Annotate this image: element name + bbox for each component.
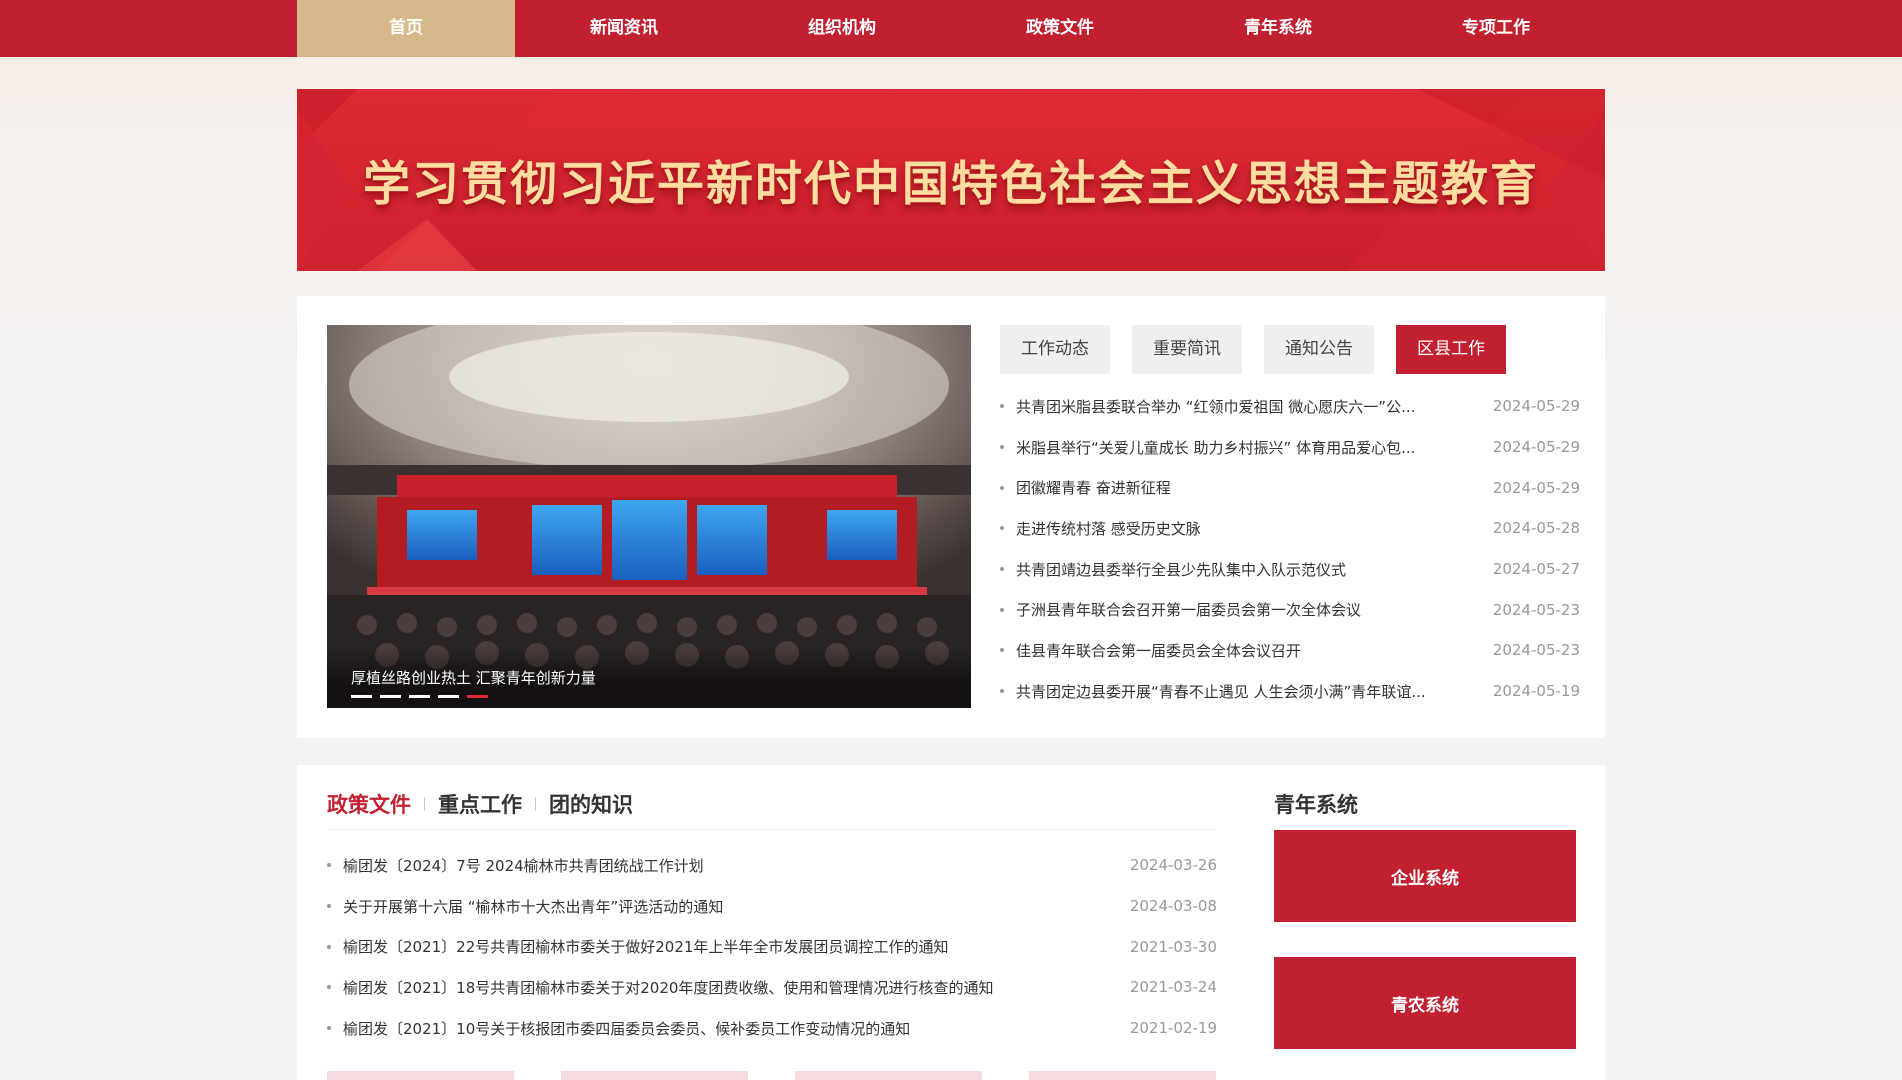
carousel-dot[interactable] (351, 695, 372, 698)
news-date: 2024-05-29 (1492, 478, 1580, 497)
list-item[interactable]: 共青团定边县委开展“青春不止遇见 人生会须小满”青年联谊... 2024-05-1… (1000, 671, 1580, 712)
news-title: 走进传统村落 感受历史文脉 (1016, 519, 1201, 538)
policy-date: 2024-03-26 (1129, 856, 1217, 875)
news-title: 子洲县青年联合会召开第一届委员会第一次全体会议 (1016, 601, 1362, 620)
carousel-dot[interactable] (438, 695, 459, 698)
nav-item-news[interactable]: 新闻资讯 (515, 0, 733, 57)
list-item[interactable]: 米脂县举行“关爱儿童成长 助力乡村振兴” 体育用品爱心包... 2024-05-2… (1000, 427, 1580, 468)
news-date: 2024-05-29 (1492, 438, 1580, 457)
tab-policy-documents[interactable]: 政策文件 (327, 789, 411, 819)
bullet-icon (1000, 526, 1004, 531)
list-item[interactable]: 关于开展第十六届 “榆林市十大杰出青年”评选活动的通知 2024-03-08 (327, 886, 1217, 927)
list-item[interactable]: 佳县青年联合会第一届委员会全体会议召开 2024-05-23 (1000, 630, 1580, 671)
carousel-caption[interactable]: 厚植丝路创业热土 汇聚青年创新力量 (351, 667, 596, 688)
bullet-icon (1000, 607, 1004, 612)
news-date: 2024-05-19 (1492, 682, 1580, 701)
tab-work-updates[interactable]: 工作动态 (1000, 325, 1110, 374)
bullet-icon (1000, 648, 1004, 653)
policy-date: 2021-02-19 (1129, 1019, 1217, 1038)
nav-item-policy[interactable]: 政策文件 (951, 0, 1169, 57)
news-date: 2024-05-23 (1492, 600, 1580, 619)
policy-tabs: 政策文件 重点工作 团的知识 (327, 789, 633, 819)
carousel-dot[interactable] (409, 695, 430, 698)
carousel-dots (351, 695, 488, 698)
news-title: 团徽耀青春 奋进新征程 (1016, 479, 1171, 498)
news-title: 共青团米脂县委联合举办 “红领巾爱祖国 微心愿庆六一”公... (1016, 397, 1416, 416)
carousel-dot-active[interactable] (467, 695, 488, 698)
news-panel: 厚植丝路创业热土 汇聚青年创新力量 工作动态 重要简讯 通知公告 区县工作 共青… (297, 296, 1605, 738)
nav-item-youth-system[interactable]: 青年系统 (1169, 0, 1387, 57)
policy-title: 榆团发〔2021〕18号共青团榆林市委关于对2020年度团费收缴、使用和管理情况… (343, 978, 994, 997)
policy-title: 关于开展第十六届 “榆林市十大杰出青年”评选活动的通知 (343, 897, 724, 916)
enterprise-system-button[interactable]: 企业系统 (1274, 830, 1576, 922)
news-carousel[interactable]: 厚植丝路创业热土 汇聚青年创新力量 (327, 325, 971, 708)
tab-divider (424, 797, 425, 811)
news-title: 共青团定边县委开展“青春不止遇见 人生会须小满”青年联谊... (1016, 682, 1426, 701)
tab-key-work[interactable]: 重点工作 (438, 789, 522, 819)
bullet-icon (327, 863, 331, 868)
link-strip[interactable] (1029, 1071, 1216, 1080)
list-item[interactable]: 共青团靖边县委举行全县少先队集中入队示范仪式 2024-05-27 (1000, 549, 1580, 590)
policy-date: 2024-03-08 (1129, 897, 1217, 916)
list-item[interactable]: 团徽耀青春 奋进新征程 2024-05-29 (1000, 467, 1580, 508)
link-strip[interactable] (327, 1071, 514, 1080)
tab-important-briefs[interactable]: 重要简讯 (1132, 325, 1242, 374)
news-tabs: 工作动态 重要简讯 通知公告 区县工作 (1000, 325, 1506, 374)
nav-item-home[interactable]: 首页 (297, 0, 515, 57)
policy-date: 2021-03-30 (1129, 937, 1217, 956)
top-nav-bar: 首页 新闻资讯 组织机构 政策文件 青年系统 专项工作 (0, 0, 1902, 57)
tab-league-knowledge[interactable]: 团的知识 (549, 789, 633, 819)
bullet-icon (1000, 689, 1004, 694)
bullet-icon (1000, 485, 1004, 490)
list-item[interactable]: 共青团米脂县委联合举办 “红领巾爱祖国 微心愿庆六一”公... 2024-05-2… (1000, 386, 1580, 427)
news-title: 佳县青年联合会第一届委员会全体会议召开 (1016, 641, 1302, 660)
bullet-icon (327, 944, 331, 949)
section-divider (327, 829, 1217, 830)
policy-panel: 政策文件 重点工作 团的知识 榆团发〔2024〕7号 2024榆林市共青团统战工… (297, 765, 1605, 1080)
tab-notices[interactable]: 通知公告 (1264, 325, 1374, 374)
bullet-icon (327, 1026, 331, 1031)
main-nav: 首页 新闻资讯 组织机构 政策文件 青年系统 专项工作 (297, 0, 1605, 57)
bullet-icon (327, 904, 331, 909)
news-date: 2024-05-27 (1492, 560, 1580, 579)
policy-list: 榆团发〔2024〕7号 2024榆林市共青团统战工作计划 2024-03-26 关… (327, 845, 1217, 1048)
carousel-dot[interactable] (380, 695, 401, 698)
bullet-icon (1000, 567, 1004, 572)
list-item[interactable]: 榆团发〔2021〕18号共青团榆林市委关于对2020年度团费收缴、使用和管理情况… (327, 967, 1217, 1008)
policy-title: 榆团发〔2021〕10号关于核报团市委四届委员会委员、候补委员工作变动情况的通知 (343, 1019, 911, 1038)
link-strip[interactable] (561, 1071, 748, 1080)
list-item[interactable]: 榆团发〔2021〕10号关于核报团市委四届委员会委员、候补委员工作变动情况的通知… (327, 1008, 1217, 1049)
link-strips (327, 1071, 1216, 1080)
list-item[interactable]: 子洲县青年联合会召开第一届委员会第一次全体会议 2024-05-23 (1000, 589, 1580, 630)
theme-banner[interactable]: 学习贯彻习近平新时代中国特色社会主义思想主题教育 (297, 89, 1605, 271)
news-list: 共青团米脂县委联合举办 “红领巾爱祖国 微心愿庆六一”公... 2024-05-2… (1000, 386, 1580, 712)
bullet-icon (1000, 404, 1004, 409)
list-item[interactable]: 榆团发〔2021〕22号共青团榆林市委关于做好2021年上半年全市发展团员调控工… (327, 926, 1217, 967)
policy-title: 榆团发〔2024〕7号 2024榆林市共青团统战工作计划 (343, 856, 704, 875)
news-date: 2024-05-23 (1492, 641, 1580, 660)
tab-county-work[interactable]: 区县工作 (1396, 325, 1506, 374)
policy-date: 2021-03-24 (1129, 978, 1217, 997)
banner-title: 学习贯彻习近平新时代中国特色社会主义思想主题教育 (363, 157, 1539, 212)
bullet-icon (1000, 445, 1004, 450)
news-title: 共青团靖边县委举行全县少先队集中入队示范仪式 (1016, 560, 1347, 579)
tab-divider (535, 797, 536, 811)
link-strip[interactable] (795, 1071, 982, 1080)
nav-item-special-work[interactable]: 专项工作 (1387, 0, 1605, 57)
news-date: 2024-05-28 (1492, 519, 1580, 538)
news-title: 米脂县举行“关爱儿童成长 助力乡村振兴” 体育用品爱心包... (1016, 438, 1416, 457)
agriculture-system-button[interactable]: 青农系统 (1274, 957, 1576, 1049)
list-item[interactable]: 榆团发〔2024〕7号 2024榆林市共青团统战工作计划 2024-03-26 (327, 845, 1217, 886)
nav-item-organization[interactable]: 组织机构 (733, 0, 951, 57)
policy-title: 榆团发〔2021〕22号共青团榆林市委关于做好2021年上半年全市发展团员调控工… (343, 938, 949, 957)
youth-system-title: 青年系统 (1274, 793, 1358, 817)
list-item[interactable]: 走进传统村落 感受历史文脉 2024-05-28 (1000, 508, 1580, 549)
bullet-icon (327, 985, 331, 990)
news-date: 2024-05-29 (1492, 397, 1580, 416)
